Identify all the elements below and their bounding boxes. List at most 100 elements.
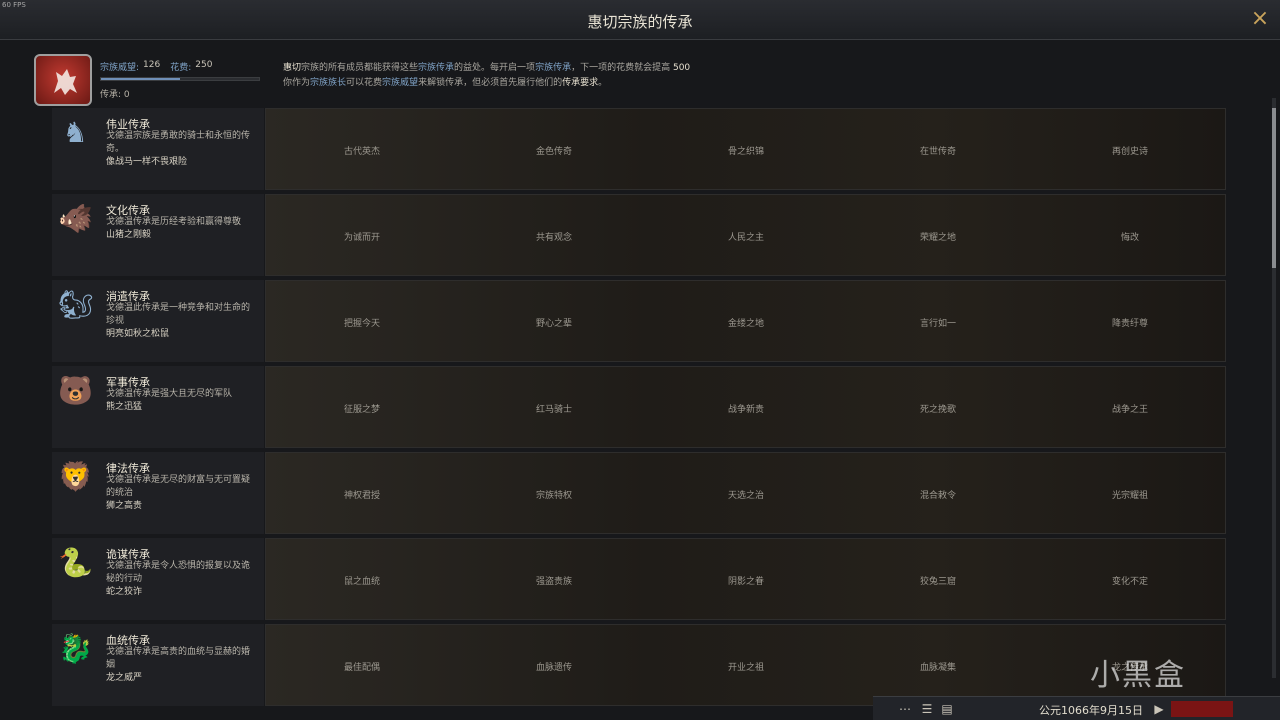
renown-progress-fill (101, 78, 180, 80)
legacy-perk[interactable]: 悔改 (1034, 195, 1226, 277)
legacy-row: 🐗 文化传承 戈德温传承是历经考验和赢得尊敬 山猪之刚毅 为诚而开 共有观念 人民之… (52, 194, 1226, 276)
legacy-perk[interactable]: 再创史诗 (1034, 109, 1226, 191)
legacy-subtitle: 像战马一样不畏艰险 (106, 157, 188, 167)
legacy-desc: 戈德温传承是强大且无尽的军队 熊之迅猛 (106, 388, 254, 414)
legacy-track: 最佳配偶 血脉遗传 开业之祖 血脉凝集 龙之传承 (265, 624, 1226, 706)
legacy-perk[interactable]: 强盗贵族 (458, 539, 650, 621)
legacy-perk[interactable]: 阴影之眷 (650, 539, 842, 621)
cost-value: 250 (195, 60, 213, 70)
cost-label: 花费: (170, 63, 192, 73)
legacy-perk[interactable]: 降贵纡尊 (1034, 281, 1226, 363)
legacy-perk[interactable]: 古代英杰 (266, 109, 458, 191)
legacy-header: 🐿 消遣传承 戈德温此传承是一种竞争和对生命的珍视 明亮如秋之松鼠 (52, 280, 264, 362)
horse-icon: ♞ (62, 116, 88, 149)
legacy-desc: 戈德温传承是高贵的血统与显赫的婚姻 龙之威严 (106, 646, 254, 685)
legacy-count: 传承: 0 (100, 90, 130, 100)
legacy-track: 古代英杰 金色传奇 骨之织锦 在世传奇 再创史诗 (265, 108, 1226, 190)
legacy-track: 把握今天 野心之辈 金缕之地 言行如一 降贵纡尊 (265, 280, 1226, 362)
legacy-desc: 戈德温宗族是勇敢的骑士和永恒的传奇。 像战马一样不畏艰险 (106, 130, 254, 169)
legacy-subtitle: 山猪之刚毅 (106, 230, 152, 240)
watermark-logo: 小黑盒 (1090, 658, 1186, 693)
legacy-header: 🦁 律法传承 戈德温传承是无尽的财富与无可置疑的统治 狮之高贵 (52, 452, 264, 534)
legacy-perk[interactable]: 野心之辈 (458, 281, 650, 363)
renown-value: 126 (143, 60, 161, 70)
legacy-perk[interactable]: 言行如一 (842, 281, 1034, 363)
legacy-track: 鼠之血统 强盗贵族 阴影之眷 狡兔三窟 变化不定 (265, 538, 1226, 620)
squirrel-icon: 🐿 (58, 288, 94, 321)
book-icon[interactable]: ▤ (939, 701, 955, 717)
legacy-perk[interactable]: 红马骑士 (458, 367, 650, 449)
legacy-header: 🐻 军事传承 戈德温传承是强大且无尽的军队 熊之迅猛 (52, 366, 264, 448)
legacy-perk[interactable]: 战争新贵 (650, 367, 842, 449)
legacy-perk[interactable]: 金缕之地 (650, 281, 842, 363)
legacy-desc: 戈德温传承是历经考验和赢得尊敬 山猪之刚毅 (106, 216, 254, 242)
legacy-header: 🐉 血统传承 戈德温传承是高贵的血统与显赫的婚姻 龙之威严 (52, 624, 264, 706)
scrollbar[interactable] (1272, 98, 1276, 678)
legacy-track: 神权君授 宗族特权 天选之治 混合敕令 光宗耀祖 (265, 452, 1226, 534)
close-icon[interactable]: × (1248, 8, 1272, 32)
dynasty-stats: 宗族威望: 126 花费: 250 传承: 0 (100, 60, 260, 100)
legacy-row: 🐿 消遣传承 戈德温此传承是一种竞争和对生命的珍视 明亮如秋之松鼠 把握今天 野心… (52, 280, 1226, 362)
window-titlebar: 60 FPS 惠切宗族的传承 × (0, 0, 1280, 40)
legacy-perk[interactable]: 变化不定 (1034, 539, 1226, 621)
legacy-subtitle: 明亮如秋之松鼠 (106, 329, 170, 339)
legacy-perk[interactable]: 骨之织锦 (650, 109, 842, 191)
play-icon[interactable]: ▶ (1151, 701, 1167, 717)
dynasty-crest (34, 54, 92, 106)
legacy-perk[interactable]: 光宗耀祖 (1034, 453, 1226, 535)
more-icon[interactable]: ⋯ (897, 701, 913, 717)
legacy-perk[interactable]: 把握今天 (266, 281, 458, 363)
legacy-perk[interactable]: 混合敕令 (842, 453, 1034, 535)
legacy-row: 🦁 律法传承 戈德温传承是无尽的财富与无可置疑的统治 狮之高贵 神权君授 宗族特权… (52, 452, 1226, 534)
legacy-perk[interactable]: 开业之祖 (650, 625, 842, 707)
legacy-perk[interactable]: 荣耀之地 (842, 195, 1034, 277)
legacy-perk[interactable]: 在世传奇 (842, 109, 1034, 191)
legacy-header: ♞ 伟业传承 戈德温宗族是勇敢的骑士和永恒的传奇。 像战马一样不畏艰险 (52, 108, 264, 190)
legacy-header: 🐍 诡谋传承 戈德温传承是令人恐惧的报复以及诡秘的行动 蛇之狡诈 (52, 538, 264, 620)
legacy-row: 🐻 军事传承 戈德温传承是强大且无尽的军队 熊之迅猛 征服之梦 红马骑士 战争新贵死… (52, 366, 1226, 448)
legacy-perk[interactable]: 为诚而开 (266, 195, 458, 277)
snake-icon: 🐍 (58, 546, 93, 579)
game-date: 公元1066年9月15日 (1039, 704, 1143, 717)
legacy-perk[interactable]: 死之挽歌 (842, 367, 1034, 449)
speed-control[interactable] (1171, 701, 1233, 717)
legacy-perk[interactable]: 宗族特权 (458, 453, 650, 535)
legacy-perk[interactable]: 人民之主 (650, 195, 842, 277)
legacy-subtitle: 龙之威严 (106, 673, 143, 683)
legacy-row: 🐍 诡谋传承 戈德温传承是令人恐惧的报复以及诡秘的行动 蛇之狡诈 鼠之血统 强盗贵… (52, 538, 1226, 620)
legacy-perk[interactable]: 征服之梦 (266, 367, 458, 449)
legacy-subtitle: 狮之高贵 (106, 501, 143, 511)
legacy-track: 征服之梦 红马骑士 战争新贵 死之挽歌 战争之王 (265, 366, 1226, 448)
legacy-perk[interactable]: 神权君授 (266, 453, 458, 535)
dragon-icon: 🐉 (58, 632, 93, 665)
legacy-subtitle: 熊之迅猛 (106, 402, 143, 412)
legacy-subtitle: 蛇之狡诈 (106, 587, 143, 597)
legacy-perk[interactable]: 天选之治 (650, 453, 842, 535)
legacy-perk[interactable]: 鼠之血统 (266, 539, 458, 621)
bear-icon: 🐻 (58, 374, 93, 407)
legacy-track: 为诚而开 共有观念 人民之主 荣耀之地 悔改 (265, 194, 1226, 276)
legacy-perk[interactable]: 战争之王 (1034, 367, 1226, 449)
menu-icon[interactable]: ☰ (919, 701, 935, 717)
legacy-perk[interactable]: 血脉遗传 (458, 625, 650, 707)
legacy-header: 🐗 文化传承 戈德温传承是历经考验和赢得尊敬 山猪之刚毅 (52, 194, 264, 276)
legacy-row: 🐉 血统传承 戈德温传承是高贵的血统与显赫的婚姻 龙之威严 最佳配偶 血脉遗传 开业… (52, 624, 1226, 706)
legacy-perk[interactable]: 金色传奇 (458, 109, 650, 191)
legacy-desc: 戈德温传承是无尽的财富与无可置疑的统治 狮之高贵 (106, 474, 254, 513)
fps-counter: 60 FPS (2, 1, 26, 9)
window-title: 惠切宗族的传承 (587, 13, 693, 31)
legacy-desc: 戈德温传承是令人恐惧的报复以及诡秘的行动 蛇之狡诈 (106, 560, 254, 599)
game-footer: ⋯ ☰ ▤ 公元1066年9月15日 ▶ (873, 696, 1280, 720)
legacy-row: ♞ 伟业传承 戈德温宗族是勇敢的骑士和永恒的传奇。 像战马一样不畏艰险 古代英杰… (52, 108, 1226, 190)
legacy-perk[interactable]: 最佳配偶 (266, 625, 458, 707)
lion-icon: 🦁 (58, 460, 93, 493)
legacy-desc: 戈德温此传承是一种竞争和对生命的珍视 明亮如秋之松鼠 (106, 302, 254, 341)
renown-progress-bar (100, 77, 260, 81)
scrollbar-thumb[interactable] (1272, 108, 1276, 268)
legacy-perk[interactable]: 狡兔三窟 (842, 539, 1034, 621)
boar-icon: 🐗 (58, 202, 93, 235)
legacy-perk[interactable]: 血脉凝集 (842, 625, 1034, 707)
renown-label: 宗族威望: (100, 63, 140, 73)
legacy-description: 惠切宗族的所有成员都能获得这些宗族传承的益处。每开启一项宗族传承，下一项的花费就… (283, 63, 691, 88)
legacy-perk[interactable]: 共有观念 (458, 195, 650, 277)
